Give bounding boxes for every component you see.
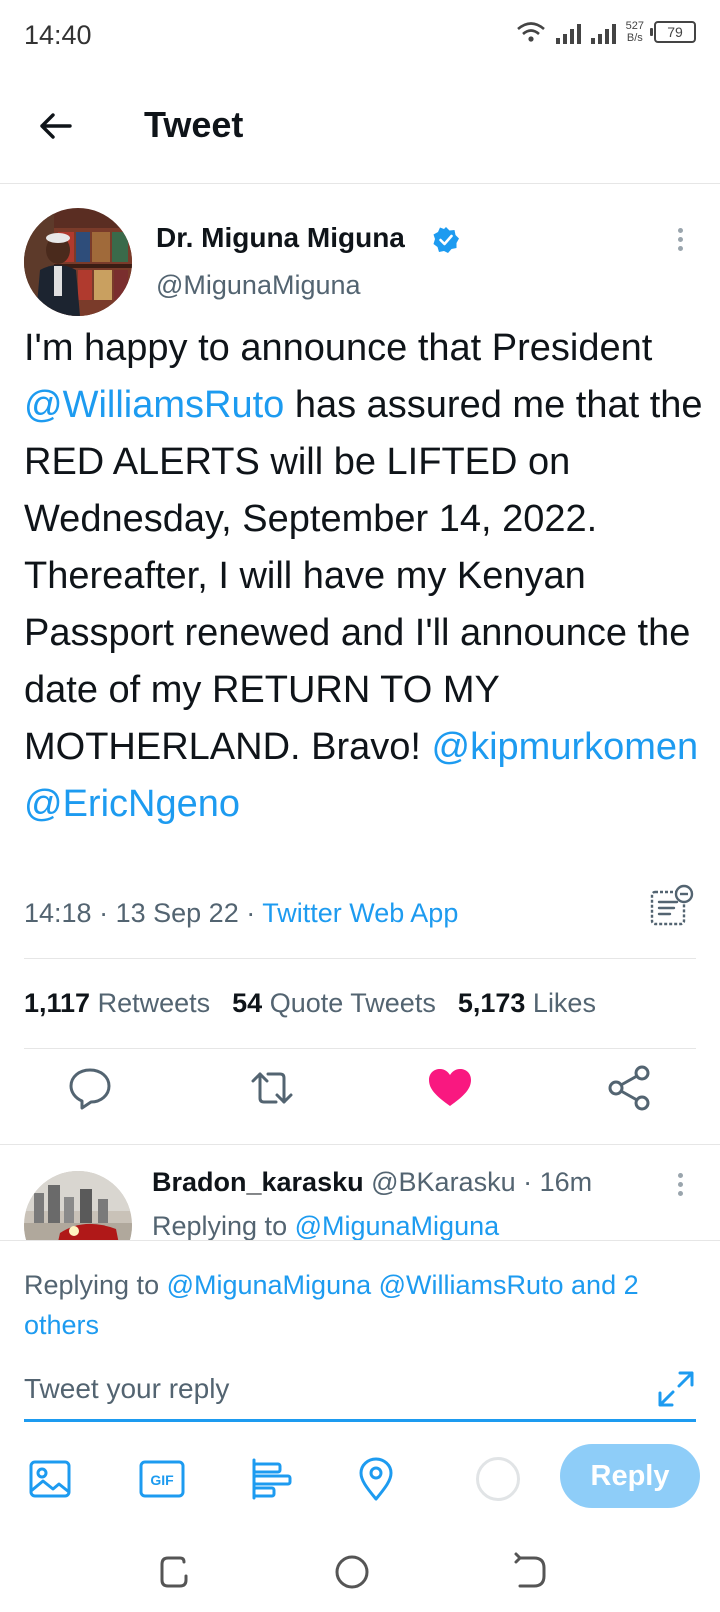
tweet-meta: 14:18 · 13 Sep 22 · Twitter Web App (24, 898, 458, 929)
comment-icon[interactable] (64, 1062, 116, 1114)
tweet-text-part: has assured me that the RED ALERTS will … (24, 384, 703, 768)
home-icon[interactable] (330, 1550, 374, 1594)
reply-time: · 16m (523, 1167, 593, 1197)
mention-link[interactable]: @EricNgeno (24, 783, 240, 825)
reply-author-handle: @BKarasku (371, 1167, 516, 1197)
likes-stat[interactable]: 5,173 Likes (458, 988, 596, 1018)
tweet-time: 14:18 (24, 898, 92, 928)
tweet-source-link[interactable]: Twitter Web App (262, 898, 458, 928)
quotes-stat[interactable]: 54 Quote Tweets (232, 988, 436, 1018)
retweets-label: Retweets (97, 988, 211, 1018)
avatar[interactable] (24, 1171, 132, 1240)
signal-1-icon (555, 20, 581, 44)
input-underline (24, 1419, 696, 1422)
tweet-text-part: I'm happy to announce that President (24, 327, 653, 369)
page-title: Tweet (144, 104, 244, 145)
tweet-text: I'm happy to announce that President @Wi… (24, 320, 704, 833)
meta-separator: · (246, 898, 256, 928)
mention-link[interactable]: @MigunaMiguna (295, 1211, 500, 1240)
expand-icon[interactable] (656, 1369, 696, 1409)
net-speed-value: 527 (625, 20, 644, 32)
heart-filled-icon[interactable] (424, 1062, 476, 1114)
reply-author-name: Bradon_karasku (152, 1167, 364, 1197)
more-options-icon[interactable] (670, 224, 690, 260)
top-app-bar: Tweet (0, 74, 720, 184)
poll-icon[interactable] (248, 1455, 296, 1503)
quotes-count: 54 (232, 988, 263, 1018)
share-icon[interactable] (604, 1062, 656, 1114)
tweet-actions (0, 1062, 720, 1132)
quotes-label: Quote Tweets (269, 988, 436, 1018)
likes-count: 5,173 (457, 988, 526, 1018)
system-nav-bar (0, 1540, 720, 1612)
author-name[interactable]: Dr. Miguna Miguna (156, 222, 405, 254)
status-bar: 14:40 527 B/s 79 (0, 0, 720, 74)
meta-separator: · (99, 898, 109, 928)
signal-2-icon (590, 20, 616, 44)
image-icon[interactable] (26, 1455, 74, 1503)
mention-link[interactable]: @kipmurkomen (432, 726, 699, 768)
replying-to-label: Replying to (24, 1270, 167, 1300)
avatar[interactable] (24, 208, 132, 316)
net-speed: 527 B/s (626, 20, 644, 44)
svg-text:GIF: GIF (150, 1472, 174, 1488)
retweet-icon[interactable] (246, 1062, 298, 1114)
recent-apps-icon[interactable] (154, 1550, 198, 1594)
wifi-icon (516, 22, 545, 42)
location-icon[interactable] (352, 1455, 400, 1503)
status-time: 14:40 (24, 20, 92, 50)
reply-composer: Replying to @MigunaMiguna @WilliamsRuto … (0, 1240, 720, 1540)
divider (24, 958, 696, 959)
divider (24, 1048, 696, 1049)
tweet-date: 13 Sep 22 (115, 898, 239, 928)
back-nav-icon[interactable] (508, 1550, 552, 1594)
replying-to[interactable]: Replying to @MigunaMiguna @WilliamsRuto … (24, 1265, 704, 1345)
reply-author[interactable]: Bradon_karasku @BKarasku · 16m (152, 1167, 592, 1198)
reply-tweet-preview[interactable]: Bradon_karasku @BKarasku · 16m Replying … (0, 1145, 720, 1240)
gif-icon[interactable]: GIF (138, 1455, 186, 1503)
likes-label: Likes (532, 988, 596, 1018)
net-speed-unit: B/s (626, 32, 643, 44)
reply-button[interactable]: Reply (560, 1444, 700, 1508)
retweets-count: 1,117 (24, 988, 91, 1018)
reply-context: Replying to @MigunaMiguna (152, 1211, 499, 1240)
mention-link[interactable]: @WilliamsRuto (24, 384, 284, 426)
status-icons: 527 B/s 79 (516, 20, 696, 44)
verified-badge-icon (433, 227, 459, 253)
tweet-stats: 1,117 Retweets 54 Quote Tweets 5,173 Likes (24, 988, 596, 1019)
reply-input[interactable] (24, 1369, 634, 1409)
more-options-icon[interactable] (670, 1169, 690, 1205)
author-handle[interactable]: @MigunaMiguna (156, 270, 361, 301)
text-options-icon[interactable] (648, 882, 696, 930)
character-counter (476, 1457, 520, 1501)
reply-context-label: Replying to (152, 1211, 295, 1240)
arrow-left-icon[interactable] (34, 104, 78, 148)
retweets-stat[interactable]: 1,117 Retweets (24, 988, 210, 1018)
battery-icon: 79 (650, 21, 696, 43)
